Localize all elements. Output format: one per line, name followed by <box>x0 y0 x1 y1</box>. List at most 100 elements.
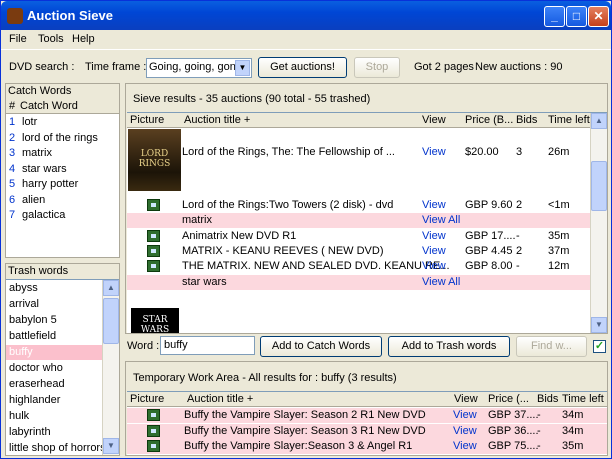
scroll-thumb[interactable] <box>591 161 607 211</box>
auction-title[interactable]: MATRIX - KEANU REEVES ( NEW DVD) <box>182 244 383 259</box>
list-item[interactable]: 7 galactica <box>6 208 119 223</box>
view-link[interactable]: View <box>422 229 446 244</box>
catch-word-number: 6 <box>9 193 16 206</box>
scroll-up-icon[interactable]: ▲ <box>591 113 607 129</box>
list-item[interactable]: arrival <box>6 297 102 312</box>
col-picture[interactable]: Picture <box>130 113 164 128</box>
add-to-catch-words-button[interactable]: Add to Catch Words <box>260 336 382 357</box>
lotr-poster-image[interactable]: LORD RINGS <box>128 129 181 191</box>
find-checkbox[interactable]: ✓ <box>593 340 606 353</box>
col-auction-title[interactable]: Auction title + <box>187 392 253 407</box>
list-item[interactable]: 1 lotr <box>6 115 119 130</box>
list-item[interactable]: labyrinth <box>6 425 102 440</box>
auction-title[interactable]: Buffy the Vampire Slayer:Season 3 & Ange… <box>184 439 412 454</box>
view-link[interactable]: View All <box>422 275 460 290</box>
table-row[interactable]: matrix View All <box>127 213 590 228</box>
auction-title[interactable]: star wars <box>182 275 227 290</box>
time-frame-label: Time frame : <box>85 61 147 73</box>
catch-word-text: alien <box>22 193 46 206</box>
menu-help[interactable]: Help <box>72 33 95 45</box>
table-row[interactable]: MATRIX - KEANU REEVES ( NEW DVD) View GBP … <box>127 244 590 259</box>
auction-title[interactable]: THE MATRIX. NEW AND SEALED DVD. KEANU RE… <box>182 259 450 274</box>
menu-file[interactable]: File <box>9 33 27 45</box>
list-item[interactable]: 5 harry potter <box>6 177 119 192</box>
auction-title[interactable]: matrix <box>182 213 212 228</box>
list-item[interactable]: little shop of horrors <box>6 441 106 456</box>
table-row[interactable]: Lord of the Rings:Two Towers (2 disk) - … <box>127 198 590 213</box>
col-time-left[interactable]: Time left <box>562 392 604 407</box>
col-bids[interactable]: Bids <box>537 392 558 407</box>
col-auction-title[interactable]: Auction title + <box>184 113 250 128</box>
table-row[interactable]: Lord of the Rings, The: The Fellowship o… <box>127 145 590 160</box>
col-price[interactable]: Price (B... <box>465 113 513 128</box>
list-item[interactable]: doctor who <box>6 361 102 376</box>
auction-price: GBP 8.00 <box>465 260 513 272</box>
list-item[interactable]: babylon 5 <box>6 313 102 328</box>
table-row[interactable]: Buffy the Vampire Slayer: Season 2 R1 Ne… <box>127 408 607 423</box>
list-item[interactable]: 2 lord of the rings <box>6 131 119 146</box>
view-link[interactable]: View <box>422 198 446 213</box>
auction-title[interactable]: Lord of the Rings:Two Towers (2 disk) - … <box>182 198 393 213</box>
auction-title[interactable]: Buffy the Vampire Slayer: Season 2 R1 Ne… <box>184 408 426 423</box>
list-item[interactable]: 4 star wars <box>6 162 119 177</box>
view-link[interactable]: View <box>453 424 477 439</box>
table-row[interactable]: Buffy the Vampire Slayer:Season 3 & Ange… <box>127 439 607 454</box>
window-title: Auction Sieve <box>27 8 113 23</box>
list-item[interactable]: eraserhead <box>6 377 102 392</box>
col-num[interactable]: # <box>9 99 15 114</box>
view-link[interactable]: View <box>453 439 477 454</box>
scroll-down-icon[interactable]: ▼ <box>591 317 607 333</box>
table-row[interactable]: THE MATRIX. NEW AND SEALED DVD. KEANU RE… <box>127 259 590 274</box>
col-view[interactable]: View <box>422 113 446 128</box>
col-bids[interactable]: Bids <box>516 113 537 128</box>
table-row[interactable]: Animatrix New DVD R1 View GBP 17.... - 35m <box>127 229 590 244</box>
auction-bids: - <box>516 260 520 272</box>
get-auctions-button[interactable]: Get auctions! <box>258 57 347 78</box>
col-picture[interactable]: Picture <box>130 392 164 407</box>
view-link[interactable]: View <box>422 244 446 259</box>
table-row[interactable]: Buffy the Vampire Slayer: Season 3 R1 Ne… <box>127 423 607 439</box>
sieve-results-panel: Sieve results - 35 auctions (90 total - … <box>125 83 608 335</box>
table-row[interactable]: star wars View All <box>127 275 590 290</box>
auction-title[interactable]: Animatrix New DVD R1 <box>182 229 296 244</box>
view-link[interactable]: View <box>453 408 477 423</box>
add-to-trash-words-button[interactable]: Add to Trash words <box>388 336 510 357</box>
col-catch-word[interactable]: Catch Word <box>20 99 78 114</box>
list-item[interactable]: 3 matrix <box>6 146 119 161</box>
list-item[interactable]: abyss <box>6 281 102 296</box>
stop-button[interactable]: Stop <box>354 57 400 78</box>
auction-time-left: 34m <box>562 424 584 437</box>
view-link[interactable]: View <box>422 259 446 274</box>
scroll-up-icon[interactable]: ▲ <box>103 280 119 296</box>
list-item[interactable]: buffy <box>6 345 102 360</box>
star-wars-poster-image[interactable]: STAR WARS <box>131 308 179 335</box>
catch-words-title: Catch Words <box>8 85 72 97</box>
catch-word-text: lord of the rings <box>22 131 98 144</box>
title-bar[interactable]: Auction Sieve _ □ ✕ <box>1 1 611 30</box>
auction-title[interactable]: Lord of the Rings, The: The Fellowship o… <box>182 145 395 160</box>
word-input[interactable]: buffy <box>160 336 255 355</box>
list-item[interactable]: highlander <box>6 393 102 408</box>
sieve-scrollbar[interactable]: ▲ ▼ <box>590 113 607 333</box>
list-item[interactable]: battlefield <box>6 329 102 344</box>
col-time-left[interactable]: Time left <box>548 113 590 128</box>
chevron-down-icon[interactable]: ▼ <box>235 60 250 76</box>
list-item[interactable]: hulk <box>6 409 102 424</box>
view-link[interactable]: View <box>422 145 446 160</box>
close-button[interactable]: ✕ <box>588 6 609 27</box>
view-link[interactable]: View All <box>422 213 460 228</box>
time-frame-select[interactable]: Going, going, gone ▼ <box>146 58 252 78</box>
menu-tools[interactable]: Tools <box>38 33 64 45</box>
col-price[interactable]: Price (... <box>488 392 529 407</box>
auction-price: GBP 75.... <box>488 440 539 452</box>
find-word-button[interactable]: Find w... <box>516 336 587 357</box>
col-view[interactable]: View <box>454 392 478 407</box>
scroll-thumb[interactable] <box>103 298 119 344</box>
list-item[interactable]: 6 alien <box>6 193 119 208</box>
scroll-down-icon[interactable]: ▼ <box>103 438 119 454</box>
maximize-button[interactable]: □ <box>566 6 587 27</box>
sieve-results-header: Sieve results - 35 auctions (90 total - … <box>133 93 371 105</box>
auction-title[interactable]: Buffy the Vampire Slayer: Season 3 R1 Ne… <box>184 424 426 439</box>
trash-scrollbar[interactable]: ▲ ▼ <box>102 280 119 455</box>
minimize-button[interactable]: _ <box>544 6 565 27</box>
